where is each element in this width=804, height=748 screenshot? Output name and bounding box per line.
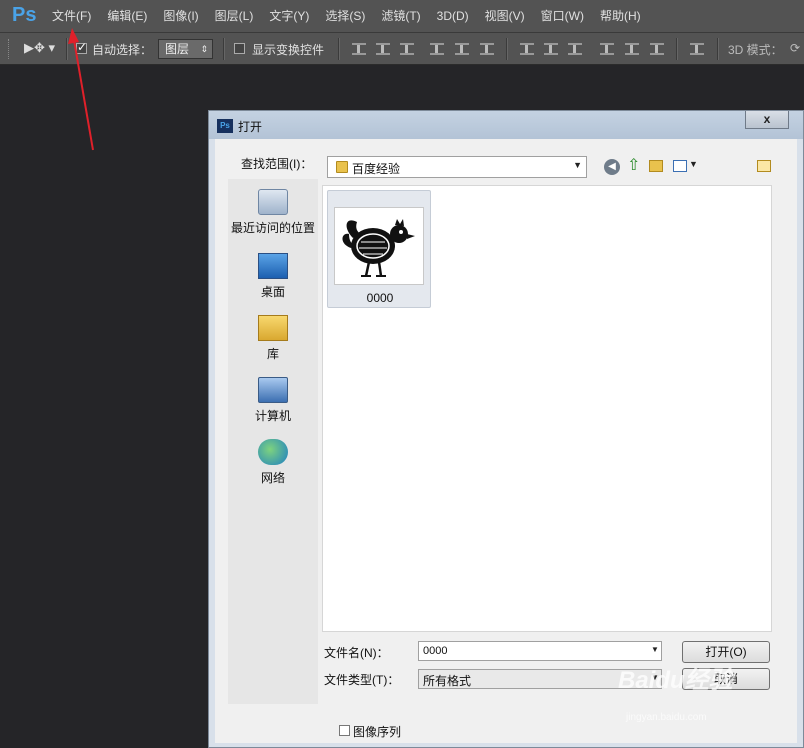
library-icon [258,315,288,341]
computer-icon [258,377,288,403]
place-label: 最近访问的位置 [230,221,315,235]
place-network[interactable]: 网络 [228,439,318,486]
close-button[interactable]: x [745,111,789,129]
folder-options-icon[interactable] [757,160,771,172]
place-computer[interactable]: 计算机 [228,377,318,424]
new-folder-button[interactable] [649,160,663,172]
folder-icon [336,161,348,173]
image-sequence-checkbox[interactable] [339,725,350,736]
place-library[interactable]: 库 [228,315,318,362]
file-item[interactable]: 0000 [327,190,431,308]
file-name-input[interactable] [418,641,662,661]
look-in-value: 百度经验 [352,162,401,176]
open-dialog: Ps 打开 x 查找范围(I)： 百度经验 ▼ ◀ ⇧ ▼ 最近访问的位置 桌面 [208,110,804,748]
baidu-watermark: Baidu经验 [618,667,733,694]
chevron-down-icon[interactable]: ▼ [689,159,698,169]
photoshop-app-icon: Ps [217,119,233,133]
file-name-label: 文件名(N)： [324,646,389,660]
up-folder-button[interactable]: ⇧ [627,158,640,174]
rooster-papercut-icon [342,219,415,277]
chevron-down-icon: ▼ [573,160,582,170]
file-list[interactable]: 0000 [322,185,772,632]
back-button[interactable]: ◀ [604,159,620,175]
place-label: 计算机 [254,409,291,423]
image-sequence-label: 图像序列 [353,725,402,739]
place-label: 库 [266,347,279,361]
place-label: 网络 [260,471,285,485]
place-label: 桌面 [260,285,285,299]
place-desktop[interactable]: 桌面 [228,253,318,300]
file-type-label: 文件类型(T)： [324,673,400,687]
network-icon [258,439,288,465]
dialog-title: 打开 [238,120,263,134]
image-thumbnail [334,207,424,285]
look-in-dropdown[interactable]: 百度经验 ▼ [327,156,587,178]
view-menu-button[interactable] [673,160,687,172]
baidu-watermark-url: jingyan.baidu.com [626,712,707,723]
look-in-label: 查找范围(I)： [241,157,313,171]
desktop-icon [258,253,288,279]
dialog-titlebar[interactable]: Ps 打开 x [209,111,803,139]
place-recent[interactable]: 最近访问的位置 [228,189,318,236]
dialog-body: 查找范围(I)： 百度经验 ▼ ◀ ⇧ ▼ 最近访问的位置 桌面 库 计算机 网… [215,139,797,743]
chevron-down-icon[interactable]: ▼ [651,645,659,654]
recent-places-icon [258,189,288,215]
places-bar: 最近访问的位置 桌面 库 计算机 网络 [228,179,318,704]
file-item-name: 0000 [366,291,394,305]
